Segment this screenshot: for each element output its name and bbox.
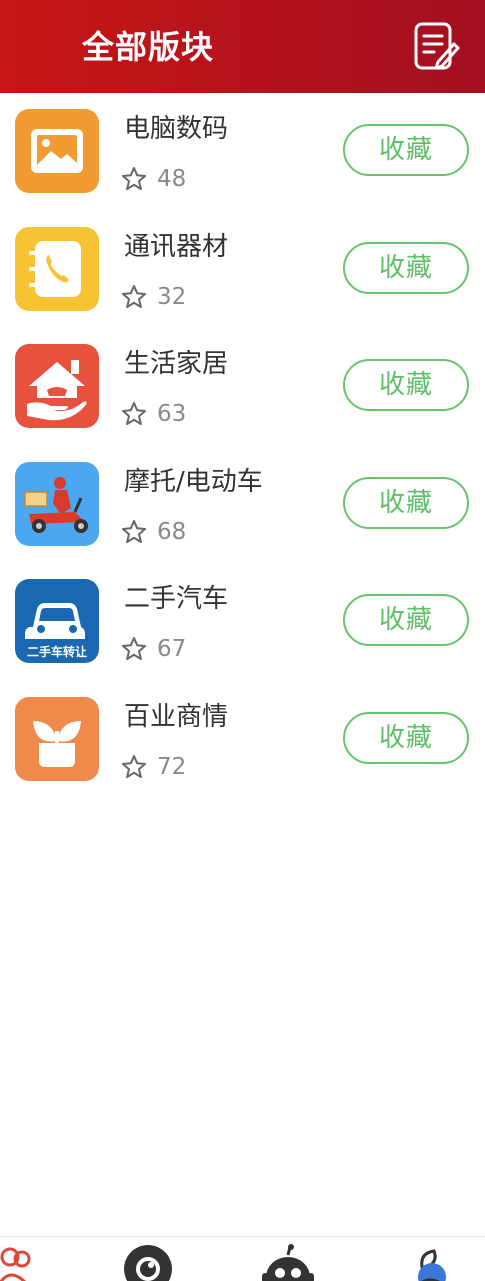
- board-item-computer-digital[interactable]: 电脑数码 48 收藏: [0, 93, 485, 211]
- favorite-count: 72: [157, 753, 187, 780]
- favorite-count: 67: [157, 636, 187, 663]
- favorite-button[interactable]: 收藏: [343, 241, 469, 294]
- favorite-count: 32: [157, 283, 187, 310]
- favorite-count: 48: [157, 166, 187, 192]
- tab-people[interactable]: [0, 1243, 60, 1281]
- picture-icon: [15, 109, 99, 193]
- used-car-icon-text: 二手车转让: [27, 644, 87, 659]
- board-list: 电脑数码 48 收藏 通讯器材 32 收藏 生活家居 63 收藏 摩托/电动车 …: [0, 93, 485, 799]
- star-icon: [122, 402, 146, 426]
- favorite-button[interactable]: 收藏: [343, 359, 469, 412]
- robot-icon: [262, 1244, 314, 1281]
- star-icon: [122, 519, 146, 543]
- scooter-rider-icon: [15, 461, 99, 546]
- app-header: 全部版块: [0, 0, 485, 93]
- plant-pot-icon: [15, 696, 99, 781]
- favorite-count: 63: [157, 401, 187, 428]
- star-icon: [122, 754, 146, 778]
- board-item-telecom[interactable]: 通讯器材 32 收藏: [0, 211, 485, 329]
- board-name: 通讯器材: [124, 231, 229, 262]
- board-name: 百业商情: [124, 701, 229, 732]
- board-item-business[interactable]: 百业商情 72 收藏: [0, 681, 485, 799]
- tab-robot[interactable]: [258, 1243, 318, 1281]
- bottom-tab-bar: [0, 1236, 485, 1281]
- used-car-icon: 二手车转让: [15, 579, 99, 664]
- board-name: 生活家居: [124, 349, 229, 380]
- board-item-motorcycle[interactable]: 摩托/电动车 68 收藏: [0, 446, 485, 564]
- profile-icon: [418, 1249, 446, 1281]
- board-name: 电脑数码: [124, 114, 229, 144]
- favorite-button[interactable]: 收藏: [343, 124, 469, 176]
- board-item-used-cars[interactable]: 二手车转让 二手汽车 67 收藏: [0, 563, 485, 681]
- phone-book-icon: [15, 226, 99, 311]
- camera-lens-icon: [124, 1245, 172, 1281]
- people-icon: [0, 1247, 31, 1281]
- favorite-button[interactable]: 收藏: [343, 594, 469, 647]
- favorite-count: 68: [157, 518, 187, 545]
- star-icon: [122, 167, 146, 190]
- star-icon: [122, 284, 146, 308]
- board-name: 摩托/电动车: [124, 466, 263, 497]
- home-hand-icon: [15, 344, 99, 429]
- board-name: 二手汽车: [124, 584, 229, 615]
- favorite-button[interactable]: 收藏: [343, 476, 469, 529]
- page-title: 全部版块: [82, 28, 215, 66]
- favorite-button[interactable]: 收藏: [343, 711, 469, 764]
- tab-camera[interactable]: [118, 1243, 178, 1281]
- edit-note-icon[interactable]: [414, 22, 460, 72]
- star-icon: [122, 637, 146, 661]
- board-item-home-living[interactable]: 生活家居 63 收藏: [0, 328, 485, 446]
- tab-profile[interactable]: [400, 1243, 460, 1281]
